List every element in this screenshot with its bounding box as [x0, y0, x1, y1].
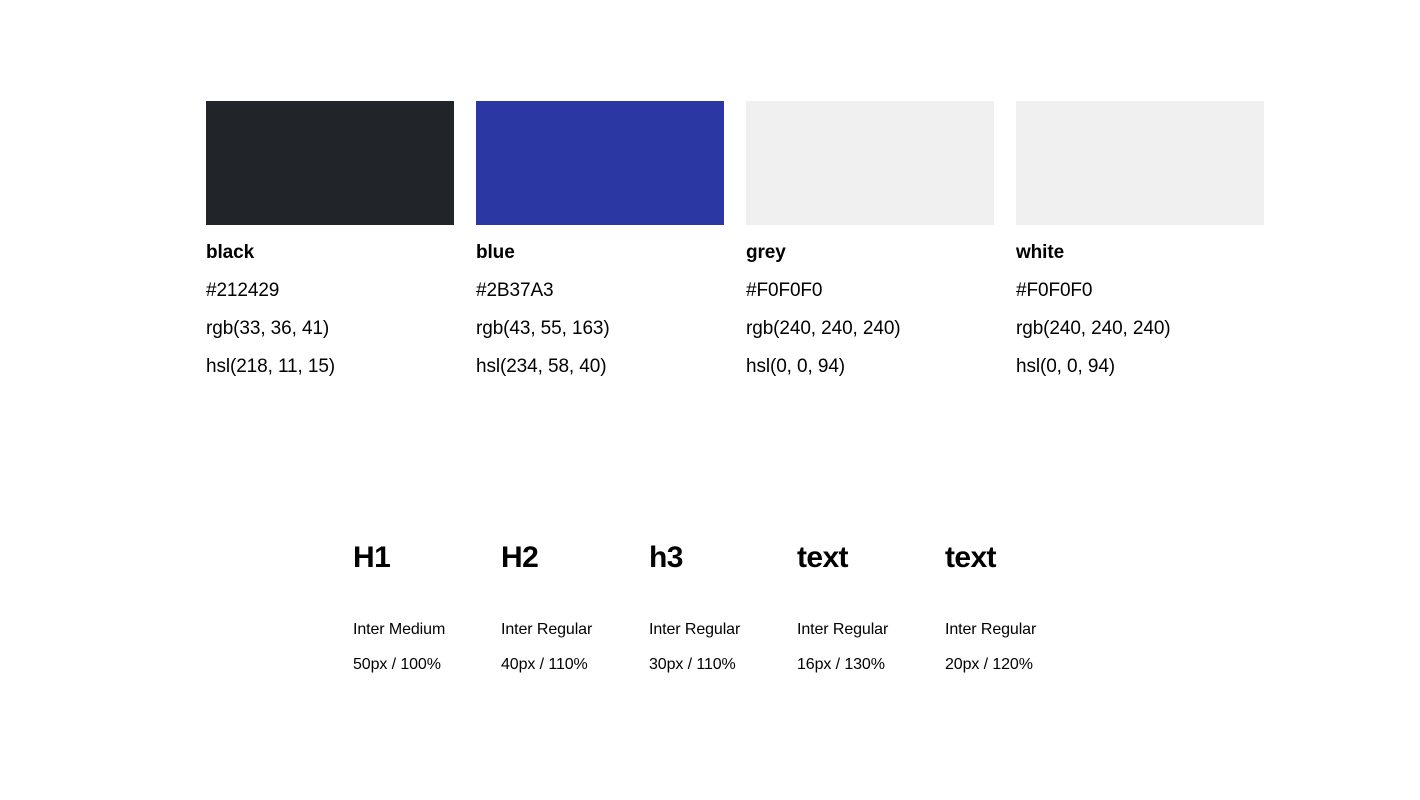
typography-section: H1 Inter Medium 50px / 100% H2 Inter Reg… — [353, 543, 1093, 673]
color-hsl-white: hsl(0, 0, 94) — [1016, 356, 1116, 377]
type-style-card-h1: H1 Inter Medium 50px / 100% — [353, 543, 501, 673]
color-chip-grey — [746, 101, 994, 225]
color-hex-grey: #F0F0F0 — [746, 280, 823, 301]
color-name-blue: blue — [476, 242, 515, 263]
color-name-black: black — [206, 242, 255, 263]
color-swatch-card-black: black #212429 rgb(33, 36, 41) hsl(218, 1… — [206, 101, 454, 376]
type-sample-h1: H1 — [353, 541, 391, 574]
type-sample-h2: H2 — [501, 541, 539, 574]
color-hsl-grey: hsl(0, 0, 94) — [746, 356, 846, 377]
color-swatch-card-grey: grey #F0F0F0 rgb(240, 240, 240) hsl(0, 0… — [746, 101, 994, 376]
type-size-text-16: 16px / 130% — [797, 656, 885, 673]
color-rgb-grey: rgb(240, 240, 240) — [746, 318, 901, 339]
color-hex-blue: #2B37A3 — [476, 280, 554, 301]
type-sample-text-20: text — [945, 541, 997, 574]
color-palette-section: black #212429 rgb(33, 36, 41) hsl(218, 1… — [206, 101, 1264, 376]
color-rgb-black: rgb(33, 36, 41) — [206, 318, 330, 339]
color-swatch-card-white: white #F0F0F0 rgb(240, 240, 240) hsl(0, … — [1016, 101, 1264, 376]
color-name-grey: grey — [746, 242, 786, 263]
color-chip-white — [1016, 101, 1264, 225]
type-sample-text-16: text — [797, 541, 849, 574]
type-family-text-16: Inter Regular — [797, 621, 889, 638]
color-hex-white: #F0F0F0 — [1016, 280, 1093, 301]
color-rgb-blue: rgb(43, 55, 163) — [476, 318, 610, 339]
type-style-card-h2: H2 Inter Regular 40px / 110% — [501, 543, 649, 673]
type-family-h1: Inter Medium — [353, 621, 446, 638]
color-chip-black — [206, 101, 454, 225]
color-swatch-card-blue: blue #2B37A3 rgb(43, 55, 163) hsl(234, 5… — [476, 101, 724, 376]
type-size-h3: 30px / 110% — [649, 656, 736, 673]
type-family-h2: Inter Regular — [501, 621, 593, 638]
type-style-card-h3: h3 Inter Regular 30px / 110% — [649, 543, 797, 673]
color-chip-blue — [476, 101, 724, 225]
type-style-card-text-20: text Inter Regular 20px / 120% — [945, 543, 1093, 673]
color-hsl-blue: hsl(234, 58, 40) — [476, 356, 607, 377]
color-hsl-black: hsl(218, 11, 15) — [206, 356, 336, 377]
type-size-h1: 50px / 100% — [353, 656, 441, 673]
type-family-h3: Inter Regular — [649, 621, 741, 638]
type-size-text-20: 20px / 120% — [945, 656, 1033, 673]
type-sample-h3: h3 — [649, 541, 683, 574]
type-style-card-text-16: text Inter Regular 16px / 130% — [797, 543, 945, 673]
type-size-h2: 40px / 110% — [501, 656, 588, 673]
type-family-text-20: Inter Regular — [945, 621, 1037, 638]
color-name-white: white — [1016, 242, 1065, 263]
color-rgb-white: rgb(240, 240, 240) — [1016, 318, 1171, 339]
color-hex-black: #212429 — [206, 280, 280, 301]
